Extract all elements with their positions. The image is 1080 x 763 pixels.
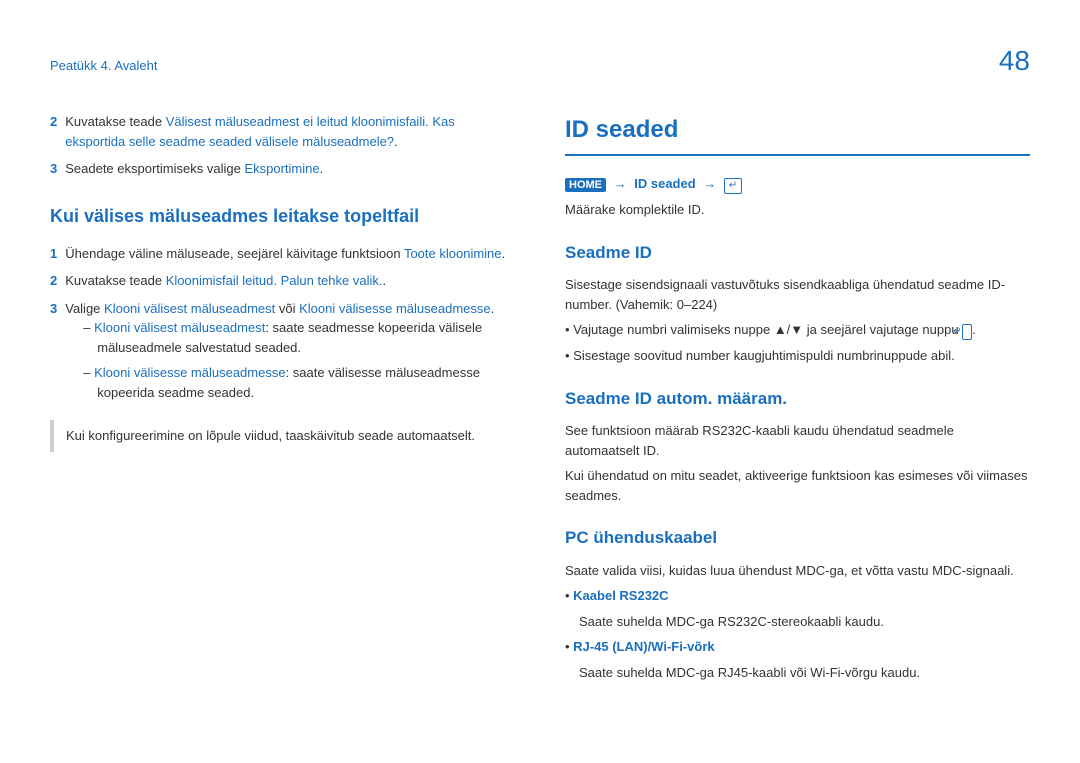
inline-link: RJ-45 (LAN)/Wi-Fi-võrk xyxy=(573,639,714,654)
bullet-item: RJ-45 (LAN)/Wi-Fi-võrk xyxy=(579,637,1030,657)
bullet-item: Sisestage soovitud number kaugjuhtimispu… xyxy=(579,346,1030,366)
list-number: 1 xyxy=(50,244,57,264)
inline-link: Klooni välisesse mäluseadmesse xyxy=(299,301,490,316)
list-number: 3 xyxy=(50,299,57,409)
body-text: Kui ühendatud on mitu seadet, aktiveerig… xyxy=(565,466,1030,505)
subsection-heading: Seadme ID xyxy=(565,240,1030,266)
breadcrumb: Peatükk 4. Avaleht xyxy=(50,56,157,76)
left-column: 2 Kuvatakse teade Välisest mäluseadmest … xyxy=(50,112,515,688)
inline-link: Eksportimine xyxy=(244,161,319,176)
subsection-heading: PC ühenduskaabel xyxy=(565,525,1030,551)
body-text: Määrake komplektile ID. xyxy=(565,200,1030,220)
list-text: Seadete eksportimiseks valige Eksportimi… xyxy=(65,159,515,179)
note-box: Kui konfigureerimine on lõpule viidud, t… xyxy=(50,420,515,452)
inline-link: Klooni välisesse mäluseadmesse xyxy=(94,365,285,380)
list-text: Ühendage väline mäluseade, seejärel käiv… xyxy=(65,244,515,264)
list-text: Kuvatakse teade Välisest mäluseadmest ei… xyxy=(65,112,515,151)
body-text: Sisestage sisendsignaali vastuvõtuks sis… xyxy=(565,275,1030,314)
page-title: ID seaded xyxy=(565,112,1030,156)
page-number: 48 xyxy=(999,40,1030,82)
nav-path: HOME → ID seaded → ↵ xyxy=(565,174,1030,194)
arrow-icon: → xyxy=(703,176,716,191)
enter-icon: ↵ xyxy=(724,178,742,194)
body-text: Saate suhelda MDC-ga RJ45-kaabli või Wi-… xyxy=(579,663,1030,683)
subsection-heading: Seadme ID autom. määram. xyxy=(565,386,1030,412)
body-text: Saate valida viisi, kuidas luua ühendust… xyxy=(565,561,1030,581)
list-item: 1 Ühendage väline mäluseade, seejärel kä… xyxy=(50,244,515,264)
inline-link: Klooni välisest mäluseadmest xyxy=(94,320,265,335)
body-text: Saate suhelda MDC-ga RS232C-stereokaabli… xyxy=(579,612,1030,632)
note-text: Kui konfigureerimine on lõpule viidud, t… xyxy=(66,428,475,443)
bullet-item: Vajutage numbri valimiseks nuppe ▲/▼ ja … xyxy=(579,320,1030,340)
home-badge: HOME xyxy=(565,178,606,192)
bullet-item: Kaabel RS232C xyxy=(579,586,1030,606)
list-text: Kuvatakse teade Kloonimisfail leitud. Pa… xyxy=(65,271,515,291)
list-item: 2 Kuvatakse teade Välisest mäluseadmest … xyxy=(50,112,515,151)
inline-link: Kaabel RS232C xyxy=(573,588,668,603)
arrow-icon: → xyxy=(614,176,627,191)
list-item: 2 Kuvatakse teade Kloonimisfail leitud. … xyxy=(50,271,515,291)
section-heading: Kui välises mäluseadmes leitakse topeltf… xyxy=(50,203,515,230)
right-column: ID seaded HOME → ID seaded → ↵ Määrake k… xyxy=(565,112,1030,688)
inline-link: Kloonimisfail leitud. Palun tehke valik. xyxy=(166,273,383,288)
inline-link: Toote kloonimine xyxy=(404,246,502,261)
enter-icon: ↵ xyxy=(962,324,972,340)
inline-link: Klooni välisest mäluseadmest xyxy=(104,301,275,316)
sub-list-item: Klooni välisesse mäluseadmesse: saate vä… xyxy=(83,363,515,402)
body-text: See funktsioon määrab RS232C-kaabli kaud… xyxy=(565,421,1030,460)
list-item: 3 Seadete eksportimiseks valige Eksporti… xyxy=(50,159,515,179)
sub-list-item: Klooni välisest mäluseadmest: saate sead… xyxy=(83,318,515,357)
path-link: ID seaded xyxy=(634,176,695,191)
list-number: 2 xyxy=(50,112,57,151)
list-number: 2 xyxy=(50,271,57,291)
list-item: 3 Valige Klooni välisest mäluseadmest võ… xyxy=(50,299,515,409)
list-text: Valige Klooni välisest mäluseadmest või … xyxy=(65,299,515,409)
list-number: 3 xyxy=(50,159,57,179)
